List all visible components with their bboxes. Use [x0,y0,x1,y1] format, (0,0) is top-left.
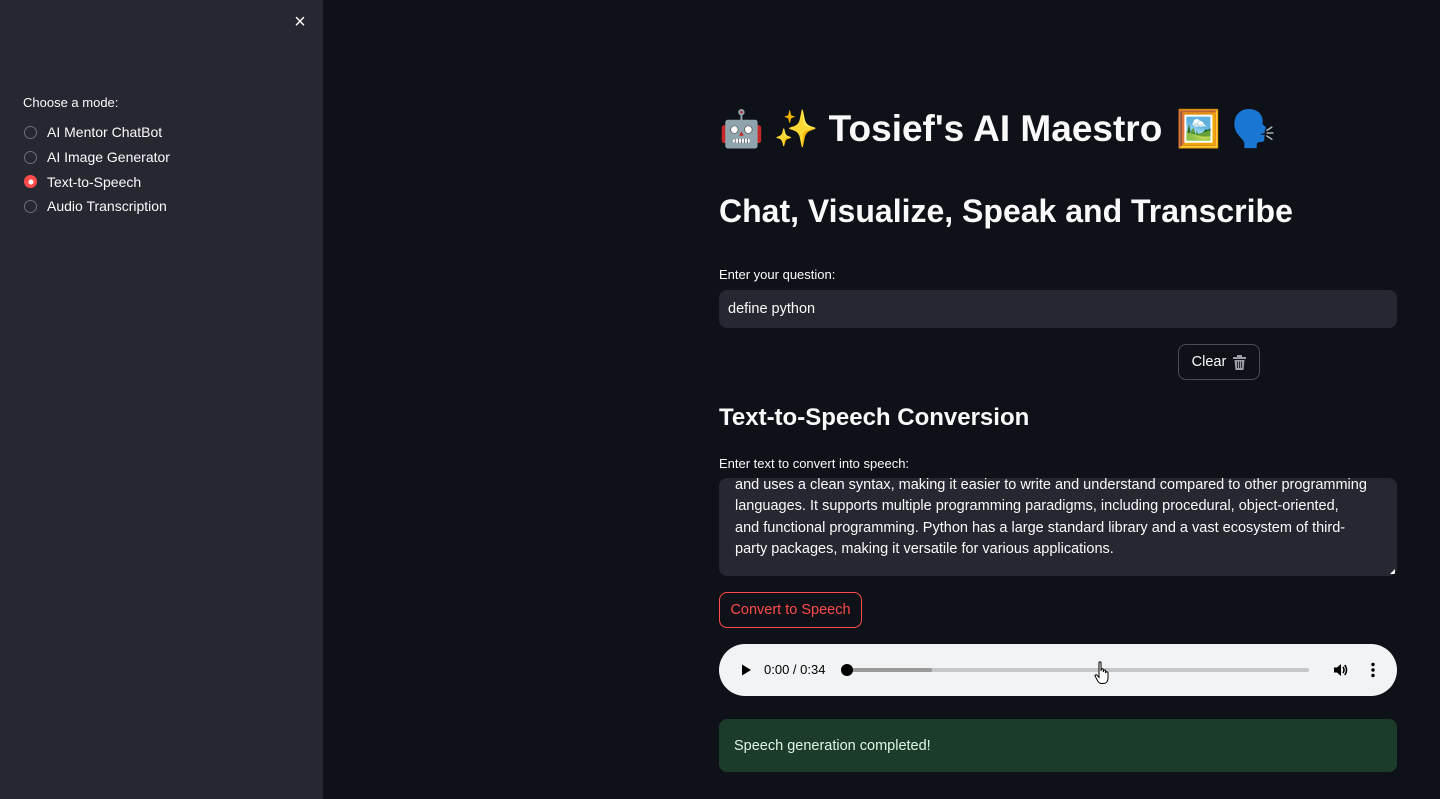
title-text: Tosief's AI Maestro [828,108,1163,149]
speaking-head-emoji-icon: 🗣️ [1231,108,1276,149]
framed-picture-emoji-icon: 🖼️ [1176,108,1222,149]
radio-option-label: Audio Transcription [47,198,167,215]
audio-seek-thumb[interactable] [841,664,853,676]
convert-to-speech-button[interactable]: Convert to Speech [719,592,862,628]
question-label: Enter your question: [719,267,836,282]
resize-handle-icon[interactable] [1390,569,1395,574]
radio-circle-icon [24,125,37,139]
radio-option-audio-transcription[interactable]: Audio Transcription [24,194,170,219]
radio-option-ai-image-generator[interactable]: AI Image Generator [24,145,170,170]
tts-textarea[interactable]: and uses a clean syntax, making it easie… [719,478,1397,576]
radio-option-ai-mentor-chatbot[interactable]: AI Mentor ChatBot [24,120,170,145]
robot-emoji-icon: 🤖 [719,108,764,149]
tts-input-label: Enter text to convert into speech: [719,456,910,471]
trash-icon [1233,354,1247,370]
question-value: define python [728,301,816,317]
mode-radio-group: AI Mentor ChatBot AI Image Generator Tex… [24,120,170,219]
audio-buffer-bar [847,668,932,672]
tts-text-content: and uses a clean syntax, making it easie… [735,478,1367,558]
close-icon[interactable]: × [289,11,311,33]
audio-progress-track[interactable] [847,668,1309,672]
radio-option-label: AI Image Generator [47,149,170,166]
radio-option-text-to-speech[interactable]: Text-to-Speech [24,169,170,194]
success-message: Speech generation completed! [734,737,931,754]
hand-cursor-icon [1094,661,1110,685]
tts-section-title: Text-to-Speech Conversion [719,404,1030,431]
audio-time: 0:00 / 0:34 [764,662,826,677]
sparkles-emoji-icon: ✨ [773,108,819,149]
success-alert: Speech generation completed! [719,719,1397,772]
clear-button-label: Clear [1191,354,1227,370]
audio-player: 0:00 / 0:34 [719,644,1397,696]
radio-circle-icon [24,199,37,213]
radio-selected-icon [24,175,37,189]
more-options-icon[interactable] [1364,661,1382,679]
question-input[interactable]: define python [719,290,1397,328]
play-icon[interactable] [737,661,755,679]
mode-label: Choose a mode: [23,95,119,110]
sidebar: × Choose a mode: AI Mentor ChatBot AI Im… [0,0,323,799]
radio-option-label: AI Mentor ChatBot [47,124,163,141]
main-content: 🤖 ✨ Tosief's AI Maestro 🖼️ 🗣️ Chat, Visu… [323,0,1440,799]
page-title: 🤖 ✨ Tosief's AI Maestro 🖼️ 🗣️ [719,108,1286,150]
volume-icon[interactable] [1332,661,1350,679]
radio-option-label: Text-to-Speech [47,173,142,190]
page-subtitle: Chat, Visualize, Speak and Transcribe [719,193,1293,229]
clear-button[interactable]: Clear [1178,344,1260,380]
radio-circle-icon [24,150,37,164]
